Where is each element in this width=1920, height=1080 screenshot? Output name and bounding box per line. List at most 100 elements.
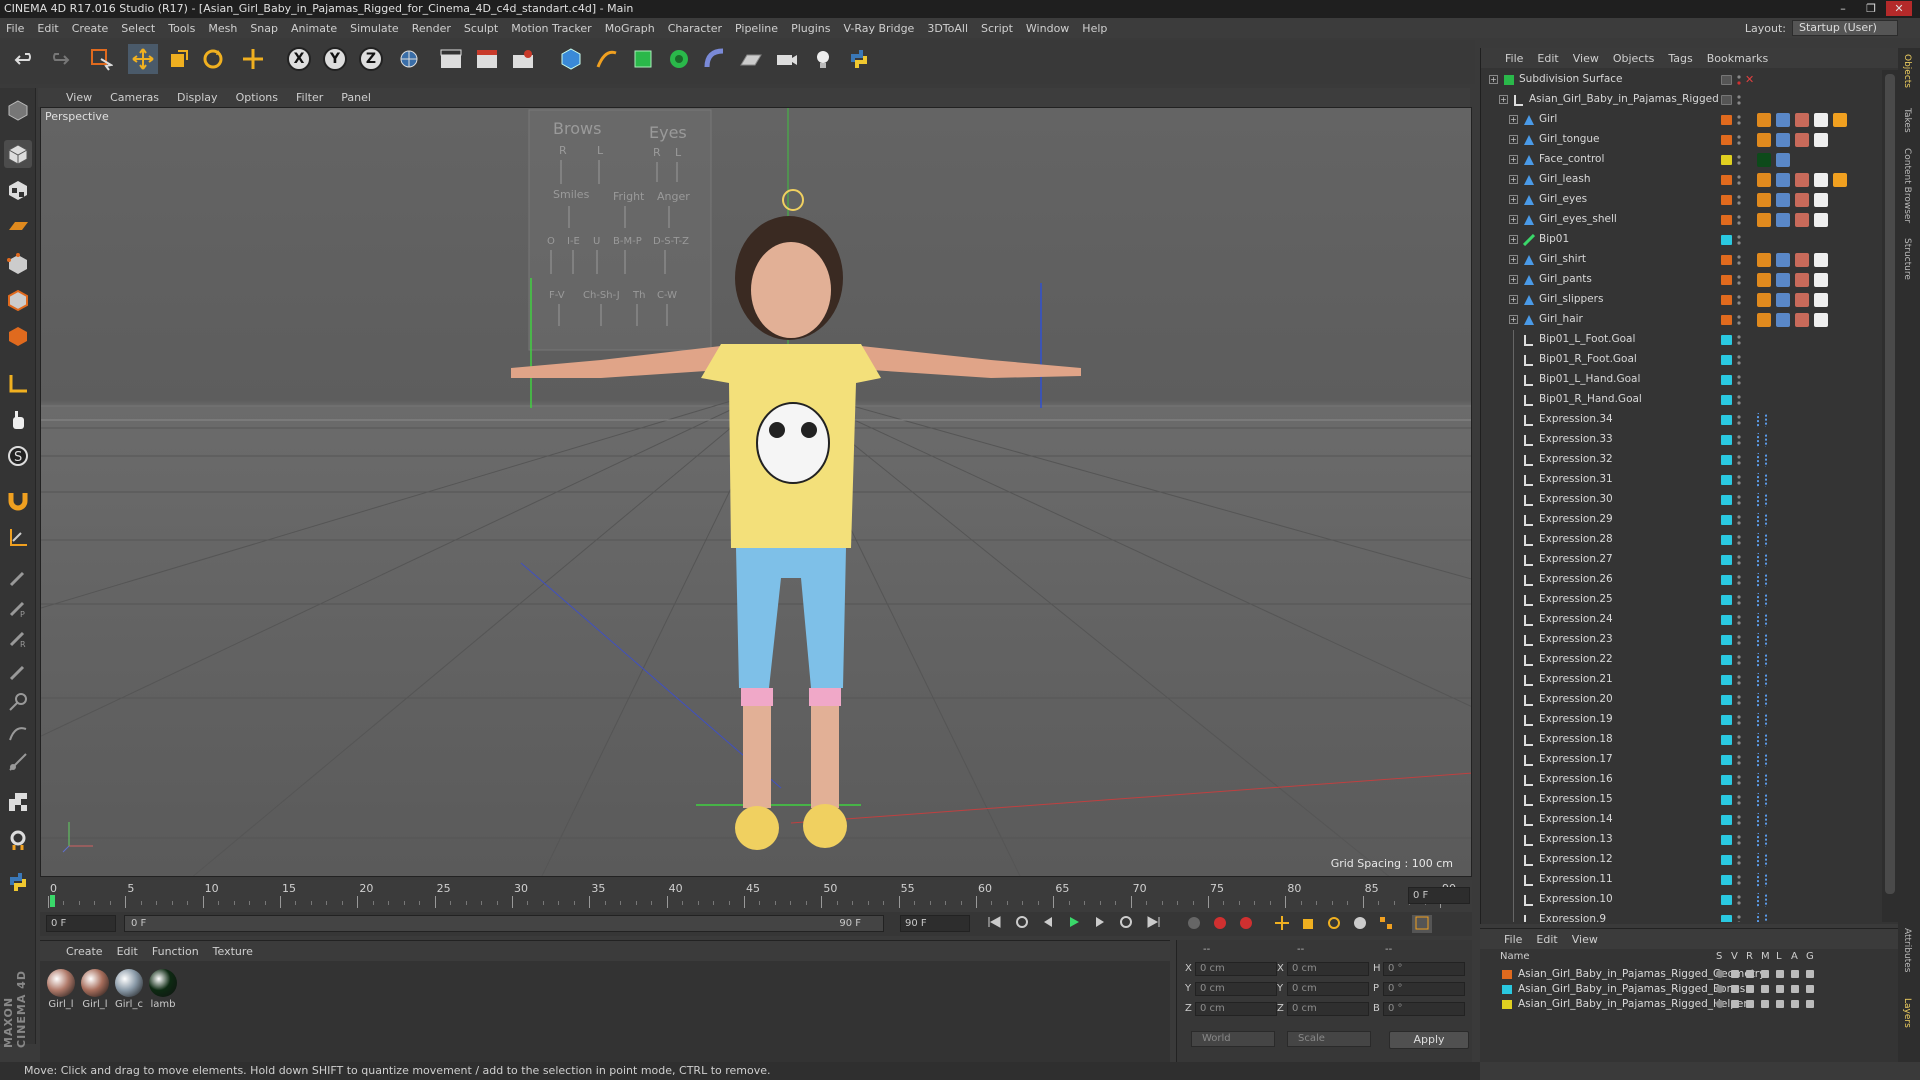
layer-toggle[interactable] <box>1761 1000 1769 1008</box>
layer-color-swatch[interactable] <box>1721 755 1732 765</box>
tag-icon[interactable] <box>1795 293 1809 307</box>
tag-icon[interactable] <box>1757 873 1767 887</box>
layer-menu-edit[interactable]: Edit <box>1536 933 1557 946</box>
layer-color-swatch[interactable] <box>1721 75 1732 85</box>
visibility-dots[interactable] <box>1737 134 1741 146</box>
tag-icon[interactable] <box>1757 413 1767 427</box>
visibility-dots[interactable] <box>1737 694 1741 706</box>
object-row[interactable]: + Asian_Girl_Baby_in_Pajamas_Rigged <box>1481 90 1881 110</box>
tag-icon[interactable] <box>1814 133 1828 147</box>
tweak-mode-button[interactable] <box>4 406 32 434</box>
layer-row[interactable]: Asian_Girl_Baby_in_Pajamas_Rigged_Geomet… <box>1480 967 1880 982</box>
tag-icon[interactable] <box>1814 293 1828 307</box>
tag-icon[interactable] <box>1795 113 1809 127</box>
record-button[interactable] <box>1210 915 1230 933</box>
brush-tool-6-button[interactable] <box>4 718 32 746</box>
visibility-dots[interactable] <box>1737 374 1741 386</box>
layer-color-swatch[interactable] <box>1721 355 1732 365</box>
object-row[interactable]: + Girl_pants <box>1481 270 1881 290</box>
layer-color-swatch[interactable] <box>1502 985 1512 994</box>
render-view-button[interactable] <box>436 44 466 74</box>
layer-color-swatch[interactable] <box>1502 970 1512 979</box>
render-picture-viewer-button[interactable] <box>472 44 502 74</box>
coord-field-y[interactable]: Y0 cm <box>1185 982 1277 996</box>
transform-tool-button[interactable] <box>238 44 268 74</box>
coord-value[interactable]: 0 cm <box>1287 982 1369 996</box>
tag-icon[interactable] <box>1757 853 1767 867</box>
tag-icon[interactable] <box>1795 253 1809 267</box>
material-swatch[interactable]: Girl_l <box>80 969 110 1017</box>
tag-icon[interactable] <box>1757 433 1767 447</box>
object-row[interactable]: Expression.33 <box>1481 430 1881 450</box>
axis-mode-button[interactable] <box>4 370 32 398</box>
layer-color-swatch[interactable] <box>1721 615 1732 625</box>
object-row[interactable]: Expression.20 <box>1481 690 1881 710</box>
layer-column-l[interactable]: L <box>1776 951 1782 962</box>
visibility-dots[interactable] <box>1737 454 1741 466</box>
object-row[interactable]: Expression.16 <box>1481 770 1881 790</box>
x-axis-lock-button[interactable]: X <box>284 44 314 74</box>
layer-color-swatch[interactable] <box>1721 815 1732 825</box>
visibility-dots[interactable] <box>1737 814 1741 826</box>
object-menu-tags[interactable]: Tags <box>1668 52 1692 65</box>
deformer-button[interactable] <box>700 44 730 74</box>
tag-icon[interactable] <box>1776 193 1790 207</box>
tag-icon[interactable] <box>1833 113 1847 127</box>
layer-color-swatch[interactable] <box>1721 155 1732 165</box>
object-menu-objects[interactable]: Objects <box>1613 52 1655 65</box>
material-menu-texture[interactable]: Texture <box>213 945 253 958</box>
layer-color-swatch[interactable] <box>1721 435 1732 445</box>
visibility-dots[interactable] <box>1737 254 1741 266</box>
viewport-menu-display[interactable]: Display <box>177 91 218 104</box>
visibility-dots[interactable] <box>1737 214 1741 226</box>
layer-row[interactable]: Asian_Girl_Baby_in_Pajamas_Rigged_Helper… <box>1480 997 1880 1012</box>
expand-toggle[interactable]: + <box>1509 135 1518 144</box>
snap-button[interactable]: S <box>4 442 32 470</box>
subdivision-surface-button[interactable] <box>628 44 658 74</box>
object-row[interactable]: Expression.22 <box>1481 650 1881 670</box>
coord-field-x[interactable]: X0 cm <box>1185 962 1277 976</box>
visibility-dots[interactable] <box>1737 834 1741 846</box>
object-row[interactable]: Expression.29 <box>1481 510 1881 530</box>
tag-icon[interactable] <box>1795 313 1809 327</box>
object-row[interactable]: Expression.12 <box>1481 850 1881 870</box>
visibility-dots[interactable] <box>1737 794 1741 806</box>
tag-icon[interactable] <box>1776 113 1790 127</box>
transform-mode-select[interactable]: Scale <box>1287 1031 1371 1047</box>
expand-toggle[interactable]: + <box>1509 255 1518 264</box>
layer-color-swatch[interactable] <box>1721 675 1732 685</box>
disable-x-icon[interactable]: ✕ <box>1745 73 1754 86</box>
tag-icon[interactable] <box>1814 313 1828 327</box>
layer-color-swatch[interactable] <box>1721 575 1732 585</box>
object-row[interactable]: + Subdivision Surface ✕ <box>1481 70 1881 90</box>
tag-icon[interactable] <box>1814 273 1828 287</box>
side-tab-content-browser[interactable]: Content Browser <box>1902 148 1912 223</box>
current-frame-field[interactable]: 0 F <box>1408 887 1470 904</box>
menu-edit[interactable]: Edit <box>37 22 58 35</box>
camera-button[interactable] <box>772 44 802 74</box>
tag-icon[interactable] <box>1757 533 1767 547</box>
tag-icon[interactable] <box>1776 253 1790 267</box>
tag-icon[interactable] <box>1757 713 1767 727</box>
object-row[interactable]: Expression.34 <box>1481 410 1881 430</box>
visibility-dots[interactable] <box>1737 674 1741 686</box>
layout-select[interactable]: Startup (User) <box>1792 20 1898 36</box>
expand-toggle[interactable]: + <box>1509 195 1518 204</box>
material-menu-create[interactable]: Create <box>66 945 103 958</box>
object-row[interactable]: Expression.25 <box>1481 590 1881 610</box>
coord-value[interactable]: 0 ° <box>1383 1002 1465 1016</box>
tag-icon[interactable] <box>1757 613 1767 627</box>
layer-color-swatch[interactable] <box>1721 695 1732 705</box>
layer-toggle[interactable] <box>1776 1000 1784 1008</box>
visibility-dots[interactable] <box>1737 874 1741 886</box>
visibility-dots[interactable] <box>1737 494 1741 506</box>
brush-tool-1-button[interactable] <box>4 564 32 592</box>
coord-value[interactable]: 0 cm <box>1195 962 1277 976</box>
model-mode-button[interactable] <box>4 140 32 168</box>
tag-icon[interactable] <box>1757 173 1771 187</box>
tag-icon[interactable] <box>1757 113 1771 127</box>
visibility-dots[interactable] <box>1737 774 1741 786</box>
array-button[interactable] <box>664 44 694 74</box>
layer-color-swatch[interactable] <box>1721 595 1732 605</box>
tag-icon[interactable] <box>1757 833 1767 847</box>
